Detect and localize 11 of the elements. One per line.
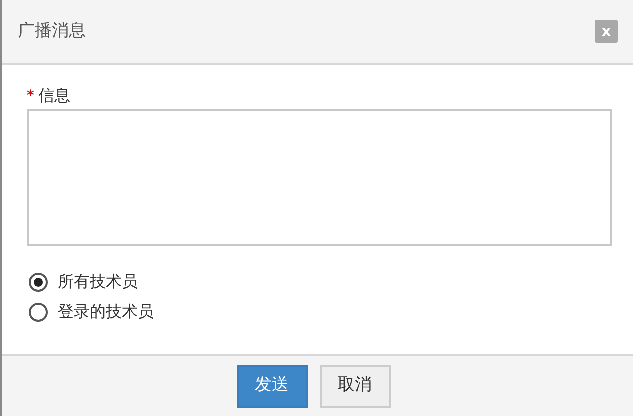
required-mark: * <box>27 86 34 106</box>
send-button[interactable]: 发送 <box>236 364 308 408</box>
cancel-button[interactable]: 取消 <box>320 364 390 408</box>
radio-button[interactable] <box>29 302 48 322</box>
radio-label: 所有技术员 <box>58 271 138 293</box>
field-label: 信息 <box>38 85 70 107</box>
close-button[interactable]: x <box>595 20 618 43</box>
radio-button[interactable] <box>29 272 48 292</box>
window-title: 广播消息 <box>18 20 86 43</box>
radio-label: 登录的技术员 <box>58 301 154 323</box>
message-field[interactable] <box>27 109 612 246</box>
